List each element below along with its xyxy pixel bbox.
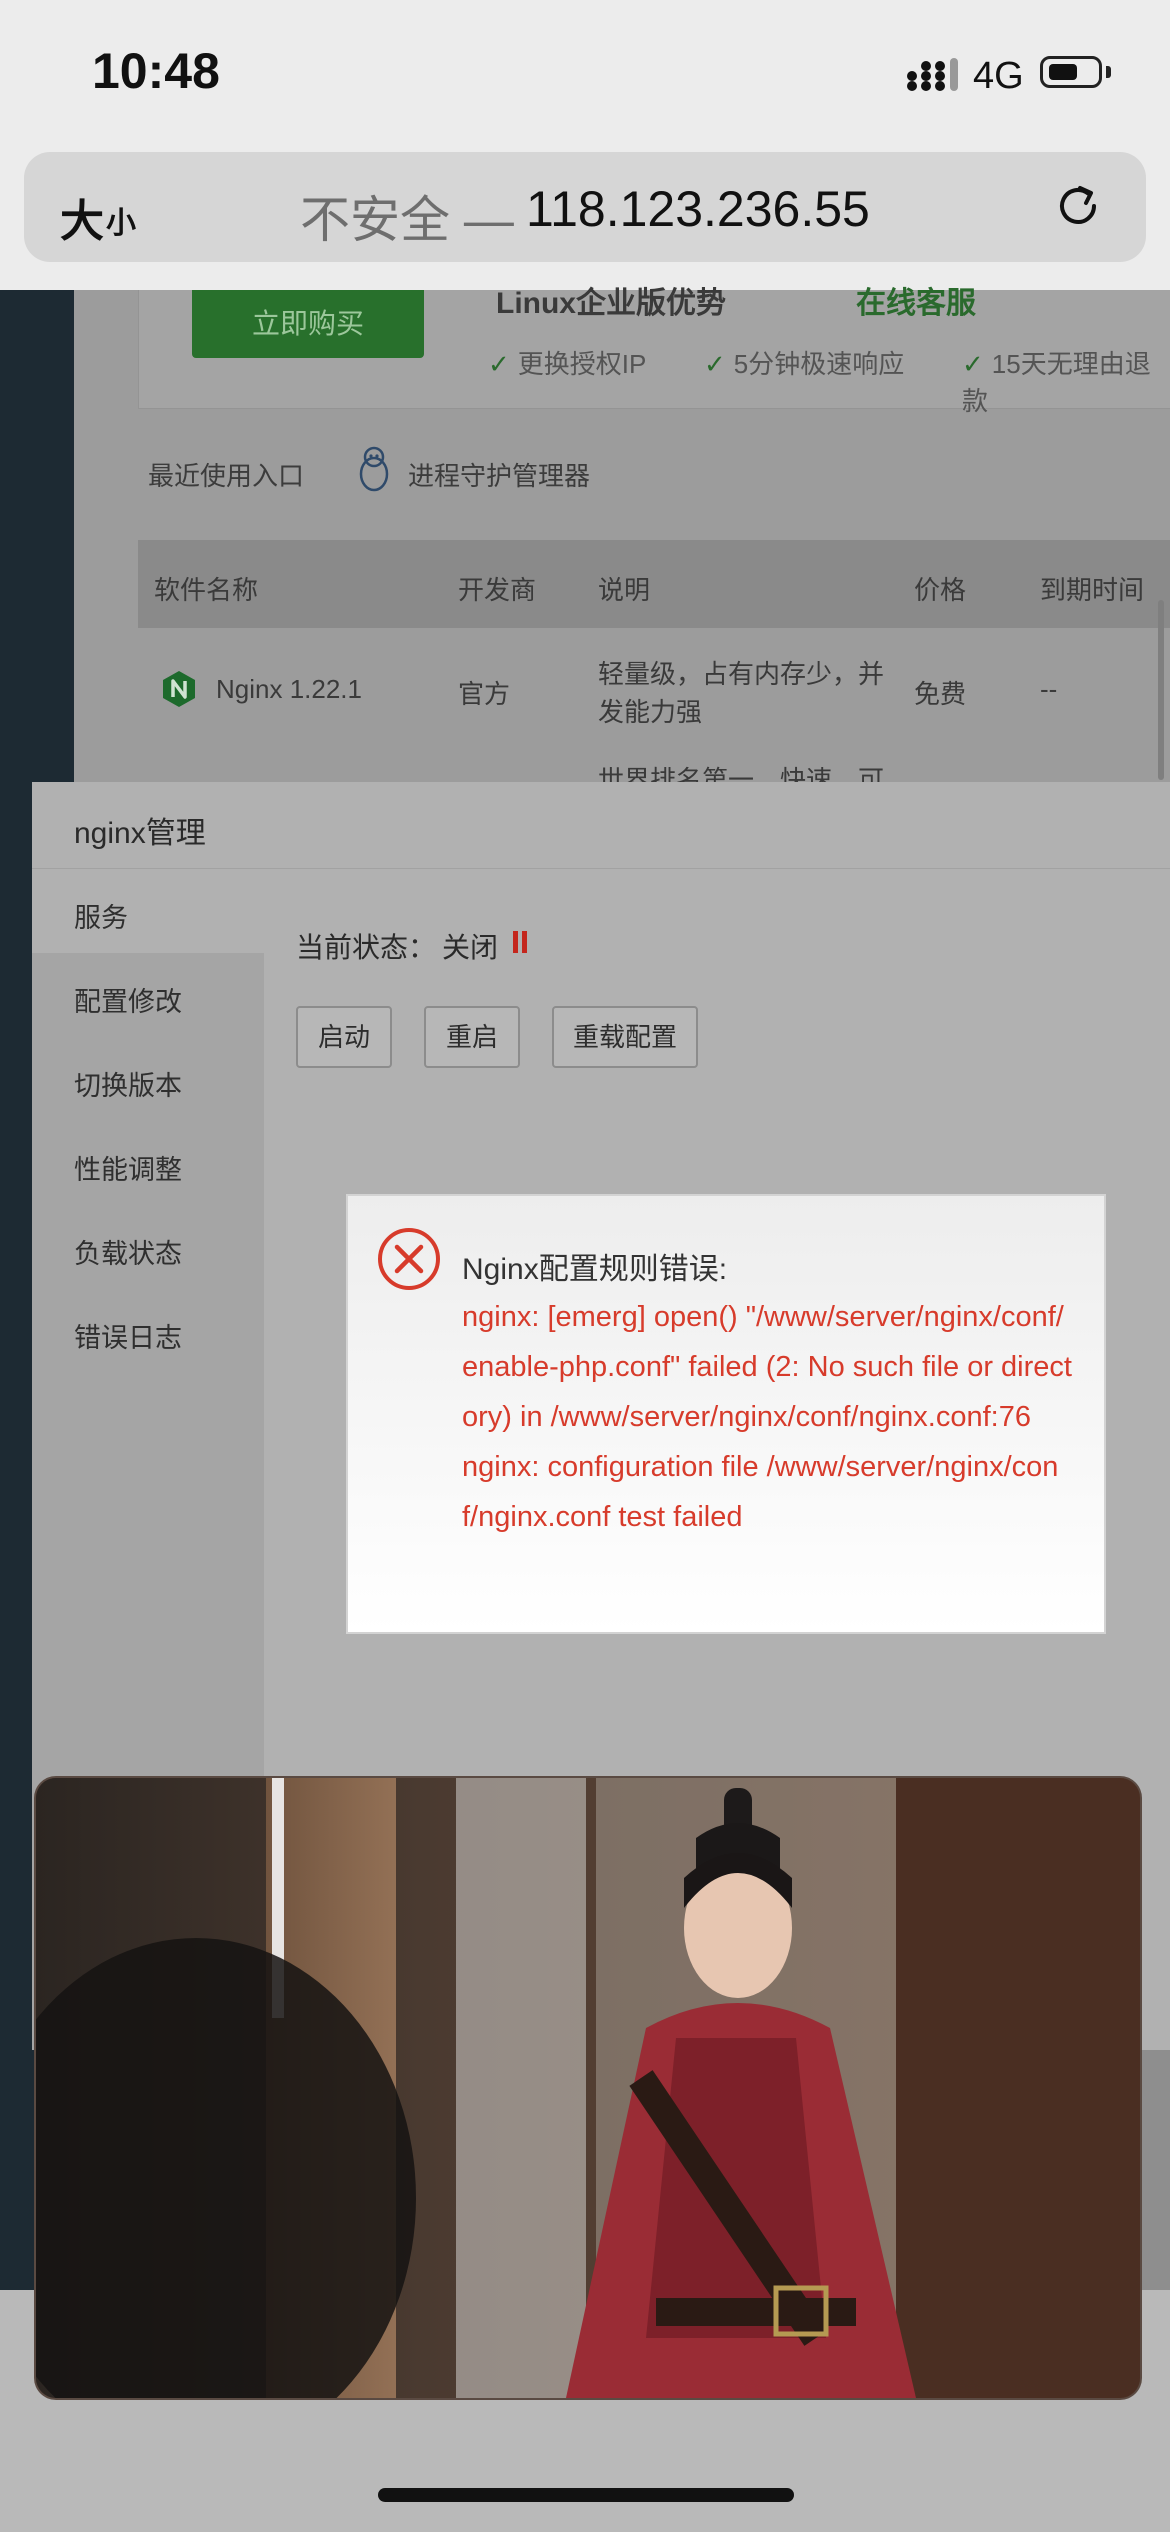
reload-config-button[interactable]: 重载配置 — [552, 1006, 698, 1068]
reload-icon[interactable] — [1050, 178, 1106, 234]
software-name[interactable]: Nginx 1.22.1 — [216, 674, 362, 705]
restart-button[interactable]: 重启 — [424, 1006, 520, 1068]
online-service-link[interactable]: 在线客服 — [856, 278, 976, 322]
text-size-button[interactable]: 大 — [60, 185, 104, 249]
software-expire: -- — [1040, 674, 1058, 704]
column-header: 开发商 — [458, 575, 537, 605]
battery-icon — [1040, 56, 1102, 88]
menu-item-config[interactable]: 配置修改 — [74, 980, 182, 1019]
stopped-status-icon — [513, 931, 527, 953]
menu-item-load-status[interactable]: 负载状态 — [74, 1232, 182, 1271]
column-header: 到期时间 — [1040, 575, 1145, 605]
software-desc: 发能力强 — [598, 697, 703, 727]
check-icon: ✓ — [962, 349, 984, 379]
start-button[interactable]: 启动 — [296, 1006, 392, 1068]
check-icon: ✓ — [488, 349, 510, 379]
menu-active-highlight — [32, 869, 264, 953]
perk-item: ✓ 15天无理由退款 — [962, 349, 1151, 416]
software-price: 免费 — [914, 679, 967, 709]
column-header: 价格 — [914, 575, 967, 605]
perk-item: ✓ 更换授权IP — [488, 349, 647, 379]
column-header: 软件名称 — [154, 575, 259, 605]
menu-item-error-log[interactable]: 错误日志 — [74, 1316, 182, 1355]
column-header: 说明 — [598, 575, 651, 605]
cellular-signal-icon — [907, 58, 958, 91]
not-secure-label: 不安全 — — [300, 192, 514, 248]
error-title: Nginx配置规则错误: — [462, 1253, 728, 1286]
penguin-icon — [359, 446, 389, 492]
status-label: 当前状态： — [296, 932, 437, 963]
network-type: 4G — [973, 55, 1024, 97]
home-indicator[interactable] — [378, 2488, 794, 2502]
status-value: 关闭 — [442, 932, 499, 963]
software-desc: 轻量级，占有内存少，并 — [598, 659, 885, 689]
scrollbar[interactable] — [1158, 600, 1164, 780]
software-vendor: 官方 — [458, 679, 511, 709]
table-header — [138, 540, 1170, 628]
error-icon — [378, 1228, 440, 1290]
menu-item-performance[interactable]: 性能调整 — [74, 1148, 182, 1187]
nginx-logo-icon — [163, 671, 195, 707]
recent-entries-label: 最近使用入口 — [148, 461, 305, 491]
process-guard-link[interactable]: 进程守护管理器 — [408, 456, 590, 493]
buy-now-button[interactable]: 立即购买 — [192, 290, 424, 358]
video-frame-image — [36, 1778, 1140, 2398]
text-size-button-small[interactable]: 小 — [106, 198, 136, 242]
url-text[interactable]: 118.123.236.55 — [526, 180, 870, 238]
promo-title: Linux企业版优势 — [496, 287, 726, 320]
menu-item-service[interactable]: 服务 — [74, 896, 128, 935]
perk-item: ✓ 5分钟极速响应 — [704, 349, 905, 379]
status-time: 10:48 — [92, 43, 220, 99]
error-message: nginx: [emerg] open() "/www/server/nginx… — [462, 1301, 1072, 1533]
panel-title: nginx管理 — [74, 817, 206, 850]
picture-in-picture-video[interactable] — [36, 1778, 1140, 2398]
menu-item-switch-version[interactable]: 切换版本 — [74, 1064, 182, 1103]
check-icon: ✓ — [704, 349, 726, 379]
